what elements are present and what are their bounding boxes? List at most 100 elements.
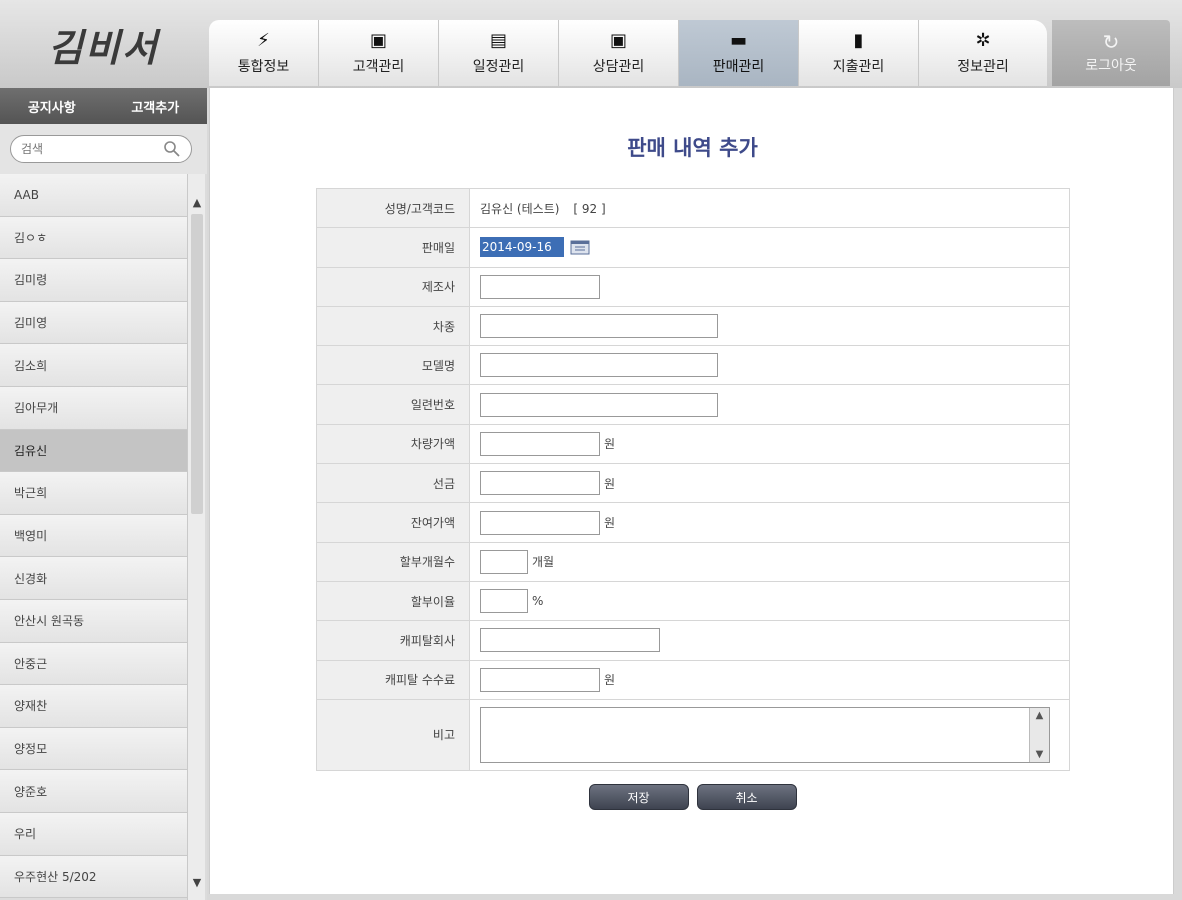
form-row-customer: 성명/고객코드 김유신 (테스트) [ 92 ]: [316, 187, 1070, 229]
rate-input[interactable]: [480, 589, 528, 614]
form-row-deposit: 선금 원: [316, 463, 1070, 504]
maker-input[interactable]: [480, 274, 600, 299]
list-item[interactable]: 신경화: [0, 557, 187, 600]
list-item[interactable]: 우리: [0, 812, 187, 856]
maker-label: 제조사: [316, 266, 470, 307]
form-row-sale-date: 판매일: [316, 227, 1070, 268]
logout-button[interactable]: ↻ 로그아웃: [1052, 20, 1170, 86]
document-icon: ▮: [853, 30, 864, 51]
car-price-label: 차량가액: [316, 423, 470, 465]
tab-customer-management[interactable]: ▣ 고객관리: [319, 20, 439, 86]
unit-label: 원: [604, 437, 616, 452]
list-item[interactable]: 양재찬: [0, 685, 187, 728]
chevron-down-icon[interactable]: ▼: [188, 872, 206, 892]
calendar-icon[interactable]: [570, 239, 590, 255]
tab-label: 상담관리: [592, 59, 645, 75]
tab-consult-management[interactable]: ▣ 상담관리: [559, 20, 679, 86]
chevron-up-icon[interactable]: ▲: [188, 192, 206, 212]
customer-list-scrollbar[interactable]: ▲ ▼: [187, 174, 205, 900]
logout-label: 로그아웃: [1085, 58, 1137, 74]
memo-scrollbar[interactable]: ▲ ▼: [1029, 707, 1049, 762]
sidebar: 공지사항 고객추가 AAB 김ㅇㅎ 김미령 김미영 김소희 김아무개 김유신 박…: [0, 88, 207, 900]
deposit-input[interactable]: [480, 471, 600, 496]
search-box: [10, 135, 192, 163]
remain-input[interactable]: [480, 510, 600, 535]
main-nav: ⚡ 통합정보 ▣ 고객관리 ▤ 일정관리 ▣ 상담관리 ▬ 판매관리 ▮ 지출관…: [209, 20, 1047, 88]
chevron-down-icon[interactable]: ▼: [1036, 749, 1044, 760]
model-input[interactable]: [480, 353, 718, 378]
unit-label: 원: [604, 476, 616, 491]
car-price-input[interactable]: [480, 431, 600, 456]
app-logo[interactable]: 김비서: [0, 0, 207, 88]
notice-button[interactable]: 공지사항: [0, 88, 104, 124]
serial-input[interactable]: [480, 392, 718, 417]
sale-date-input[interactable]: [480, 237, 564, 258]
tab-expense-management[interactable]: ▮ 지출관리: [799, 20, 919, 86]
form-row-months: 할부개월수 개월: [316, 541, 1070, 582]
list-item[interactable]: 김아무개: [0, 386, 187, 430]
tab-schedule-management[interactable]: ▤ 일정관리: [439, 20, 559, 86]
customer-code: [ 92 ]: [573, 201, 606, 216]
deposit-label: 선금: [316, 463, 470, 504]
add-customer-button[interactable]: 고객추가: [104, 88, 208, 124]
form-row-remain: 잔여가액 원: [316, 502, 1070, 543]
list-item[interactable]: AAB: [0, 174, 187, 217]
tab-sales-management[interactable]: ▬ 판매관리: [679, 20, 799, 86]
list-item[interactable]: 김소희: [0, 344, 187, 387]
unit-label: %: [532, 594, 544, 609]
unit-label: 개월: [532, 555, 555, 570]
form-buttons: 저장 취소: [210, 784, 1175, 810]
tab-label: 일정관리: [472, 59, 525, 75]
list-item-selected[interactable]: 김유신: [0, 429, 187, 473]
form-row-maker: 제조사: [316, 266, 1070, 307]
memo-textarea[interactable]: [480, 706, 1050, 763]
list-item[interactable]: 양준호: [0, 770, 187, 813]
briefcase-icon: ▬: [729, 30, 747, 51]
form-row-model: 모델명: [316, 345, 1070, 386]
consult-folder-icon: ▣: [609, 30, 627, 51]
customer-label: 성명/고객코드: [316, 187, 470, 229]
scroll-thumb[interactable]: [191, 214, 203, 514]
customer-folder-icon: ▣: [369, 30, 387, 51]
customer-list: AAB 김ㅇㅎ 김미령 김미영 김소희 김아무개 김유신 박근희 백영미 신경화…: [0, 174, 187, 900]
remain-label: 잔여가액: [316, 502, 470, 543]
search-area: [0, 124, 207, 174]
list-item[interactable]: 안산시 원곡동: [0, 599, 187, 643]
cancel-button[interactable]: 취소: [696, 784, 797, 810]
form-row-capital-fee: 캐피탈 수수료 원: [316, 659, 1070, 700]
sidebar-top-buttons: 공지사항 고객추가: [0, 88, 207, 124]
list-item[interactable]: 양정모: [0, 727, 187, 771]
form-row-memo: 비고 ▲ ▼: [316, 698, 1070, 771]
logout-icon: ↻: [1102, 30, 1120, 54]
tab-info-management[interactable]: ✲ 정보관리: [919, 20, 1047, 86]
search-icon[interactable]: [163, 140, 181, 158]
tab-label: 고객관리: [352, 59, 405, 75]
list-item[interactable]: 김미령: [0, 259, 187, 302]
capital-label: 캐피탈회사: [316, 620, 470, 661]
capital-fee-label: 캐피탈 수수료: [316, 659, 470, 700]
list-item[interactable]: 백영미: [0, 514, 187, 558]
months-label: 할부개월수: [316, 541, 470, 582]
car-type-input[interactable]: [480, 314, 718, 339]
list-item[interactable]: 김ㅇㅎ: [0, 216, 187, 260]
page-title: 판매 내역 추가: [627, 136, 758, 160]
search-input[interactable]: [21, 142, 161, 156]
tab-label: 정보관리: [957, 59, 1009, 75]
list-item[interactable]: 박근희: [0, 472, 187, 515]
tab-label: 지출관리: [832, 59, 885, 75]
form-row-serial: 일련번호: [316, 384, 1070, 425]
capital-input[interactable]: [480, 628, 660, 653]
sale-date-label: 판매일: [316, 227, 470, 268]
top-header: 김비서 ⚡ 통합정보 ▣ 고객관리 ▤ 일정관리 ▣ 상담관리 ▬ 판매관리 ▮…: [0, 0, 1182, 88]
rate-label: 할부이율: [316, 580, 470, 622]
list-item[interactable]: 안중근: [0, 642, 187, 686]
capital-fee-input[interactable]: [480, 667, 600, 692]
form-row-car-type: 차종: [316, 305, 1070, 347]
chevron-up-icon[interactable]: ▲: [1036, 710, 1044, 721]
list-item[interactable]: 우주현산 5/202: [0, 855, 187, 899]
serial-label: 일련번호: [316, 384, 470, 425]
list-item[interactable]: 김미영: [0, 301, 187, 345]
months-input[interactable]: [480, 549, 528, 574]
save-button[interactable]: 저장: [588, 784, 689, 810]
tab-integrated-info[interactable]: ⚡ 통합정보: [209, 20, 319, 86]
